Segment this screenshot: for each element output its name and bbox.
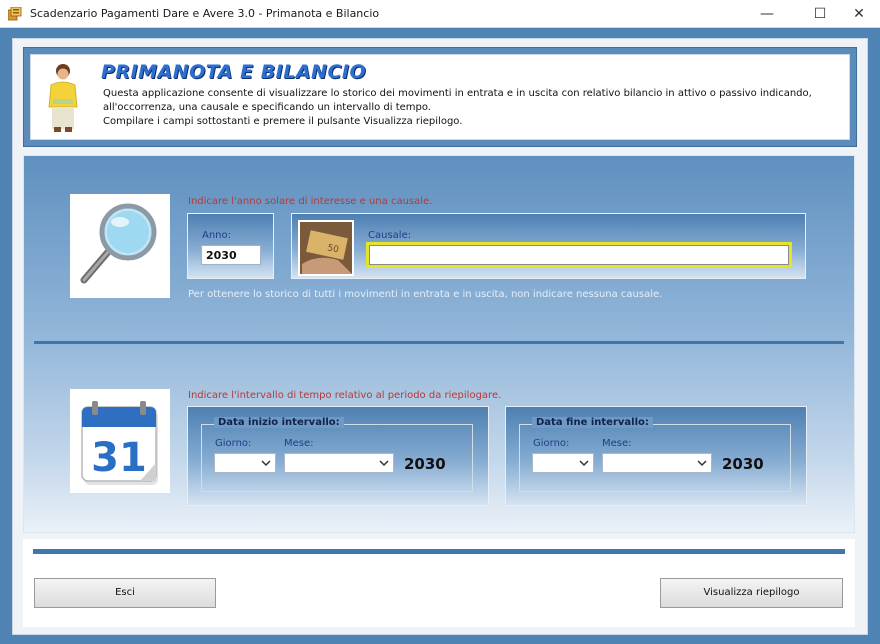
interval-instruction: Indicare l'intervallo di tempo relativo … (188, 390, 502, 401)
end-date-title: Data fine intervallo: (532, 417, 653, 428)
description-line: all'occorrenza, una causale e specifican… (103, 102, 431, 113)
description-line: Questa applicazione consente di visualiz… (103, 88, 812, 99)
causale-field-frame (366, 242, 792, 268)
content-area: PRIMANOTA E BILANCIO Questa applicazione… (12, 38, 868, 635)
end-date-card: Data fine intervallo: Giorno: Mese: 2030 (505, 406, 807, 506)
anno-card: Anno: 2030 (187, 213, 274, 279)
calendar-icon: 31 (81, 401, 158, 485)
app-icon (8, 7, 22, 21)
show-summary-button[interactable]: Visualizza riepilogo (660, 578, 843, 608)
calendar-day-text: 31 (91, 435, 147, 481)
causale-label: Causale: (368, 230, 412, 241)
start-mese-select[interactable] (284, 453, 394, 473)
minimize-button[interactable]: — (744, 0, 790, 28)
start-date-group: Data inizio intervallo: Giorno: Mese: 20… (201, 417, 473, 492)
start-giorno-select[interactable] (214, 453, 276, 473)
end-giorno-select[interactable] (532, 453, 594, 473)
magnifier-icon (80, 203, 157, 284)
exit-button[interactable]: Esci (34, 578, 216, 608)
chevron-down-icon (379, 460, 389, 467)
chevron-down-icon (261, 460, 271, 467)
money-hand-icon: 50 (298, 220, 354, 276)
calendar-icon-box: 31 (70, 389, 170, 493)
bottom-panel: Esci Visualizza riepilogo (23, 539, 855, 627)
start-giorno-label: Giorno: (215, 438, 252, 449)
person-icon (48, 64, 78, 132)
close-button[interactable]: ✕ (836, 0, 880, 28)
start-date-card: Data inizio intervallo: Giorno: Mese: 20… (187, 406, 489, 506)
causale-input[interactable] (369, 245, 789, 265)
window-title: Scadenzario Pagamenti Dare e Avere 3.0 -… (30, 7, 380, 20)
end-mese-label: Mese: (602, 438, 632, 449)
anno-input[interactable]: 2030 (201, 245, 261, 265)
end-mese-select[interactable] (602, 453, 712, 473)
description-line: Compilare i campi sottostanti e premere … (103, 116, 463, 127)
start-mese-label: Mese: (284, 438, 314, 449)
section-divider (34, 341, 844, 344)
title-bar[interactable]: Scadenzario Pagamenti Dare e Avere 3.0 -… (0, 0, 880, 28)
chevron-down-icon (697, 460, 707, 467)
search-instruction: Indicare l'anno solare di interesse e un… (188, 196, 433, 207)
search-hint: Per ottenere lo storico di tutti i movim… (188, 289, 663, 300)
header-panel: PRIMANOTA E BILANCIO Questa applicazione… (23, 47, 857, 147)
window-frame: PRIMANOTA E BILANCIO Questa applicazione… (0, 28, 880, 644)
header-content: PRIMANOTA E BILANCIO Questa applicazione… (30, 54, 850, 140)
main-panel: Indicare l'anno solare di interesse e un… (23, 155, 855, 533)
page-title: PRIMANOTA E BILANCIO (101, 61, 367, 83)
end-giorno-label: Giorno: (533, 438, 570, 449)
start-date-title: Data inizio intervallo: (214, 417, 344, 428)
bottom-divider (33, 549, 845, 554)
anno-label: Anno: (202, 230, 232, 241)
end-year: 2030 (722, 455, 764, 473)
end-date-group: Data fine intervallo: Giorno: Mese: 2030 (519, 417, 791, 492)
page-description: Questa applicazione consente di visualiz… (103, 87, 823, 129)
causale-card: 50 Causale: (291, 213, 806, 279)
magnifier-icon-box (70, 194, 170, 298)
chevron-down-icon (579, 460, 589, 467)
start-year: 2030 (404, 455, 446, 473)
